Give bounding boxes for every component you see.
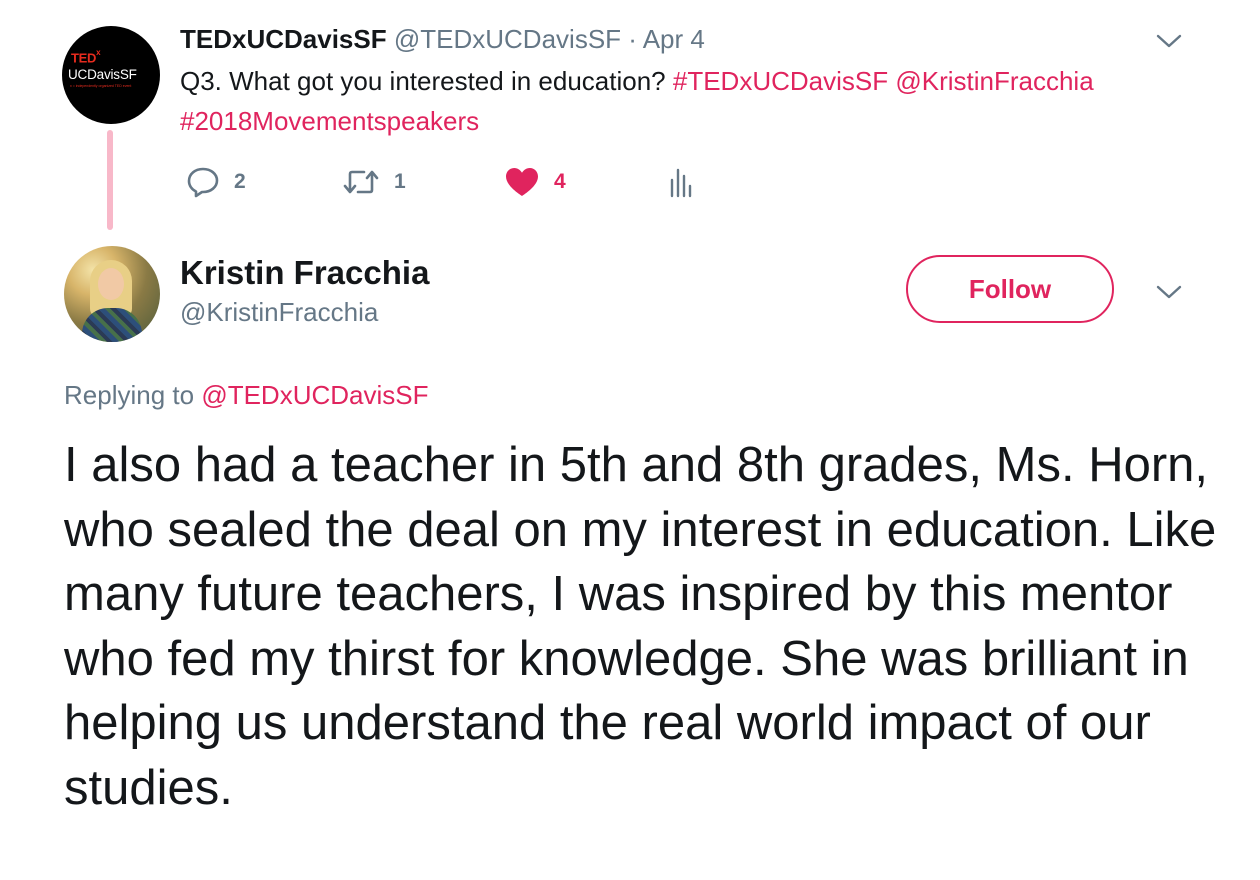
heart-icon (506, 168, 538, 196)
reply-display-name[interactable]: Kristin Fracchia (180, 254, 429, 292)
avatar-brand-top: TEDx (71, 48, 101, 66)
follow-button[interactable]: Follow (906, 255, 1114, 323)
parent-handle[interactable]: @TEDxUCDavisSF (394, 24, 621, 54)
hashtag-link[interactable]: #TEDxUCDavisSF (673, 66, 888, 96)
reply-action[interactable]: 2 (186, 164, 246, 200)
tedx-avatar[interactable]: TEDx UCDavisSF x = independently organiz… (62, 26, 160, 124)
analytics-action[interactable] (668, 164, 692, 200)
retweet-count: 1 (394, 170, 406, 193)
like-action[interactable]: 4 (504, 164, 566, 200)
retweet-icon (343, 170, 379, 194)
reply-more-chevron-down-icon[interactable] (1155, 282, 1183, 302)
reply-handle[interactable]: @KristinFracchia (180, 296, 378, 328)
retweet-action[interactable]: 1 (342, 164, 406, 200)
avatar-shirt (82, 308, 142, 342)
avatar-ted-text: TED (71, 50, 97, 66)
parent-tweet-actions: 2 1 4 (186, 164, 726, 200)
parent-text-plain: Q3. What got you interested in education… (180, 66, 673, 96)
tweet-thread: TEDx UCDavisSF x = independently organiz… (0, 0, 1260, 880)
parent-date[interactable]: Apr 4 (643, 24, 705, 54)
reply-count: 2 (234, 170, 246, 193)
avatar-face (98, 268, 124, 300)
avatar-ted-sup: x (96, 48, 101, 57)
mention-link[interactable]: @KristinFracchia (895, 66, 1093, 96)
replying-to-line: Replying to @TEDxUCDavisSF (64, 378, 429, 412)
like-count: 4 (554, 170, 566, 193)
replying-to-link[interactable]: @TEDxUCDavisSF (201, 380, 428, 410)
parent-more-chevron-down-icon[interactable] (1155, 31, 1183, 51)
parent-display-name[interactable]: TEDxUCDavisSF (180, 24, 387, 54)
parent-meta-separator: · (621, 24, 643, 54)
kristin-avatar[interactable] (64, 246, 160, 342)
avatar-brand-name: UCDavisSF (68, 67, 137, 82)
parent-tweet-header: TEDxUCDavisSF @TEDxUCDavisSF · Apr 4 (180, 22, 705, 56)
thread-connector-line (107, 130, 113, 230)
avatar-brand-small: x = independently organized TED event (70, 84, 132, 88)
hashtag-link-2[interactable]: #2018Movementspeakers (180, 106, 479, 136)
parent-tweet-text: Q3. What got you interested in education… (180, 61, 1220, 141)
replying-prefix: Replying to (64, 380, 202, 410)
reply-tweet-body: I also had a teacher in 5th and 8th grad… (64, 438, 1217, 815)
reply-icon (187, 167, 219, 198)
analytics-icon (670, 168, 692, 198)
